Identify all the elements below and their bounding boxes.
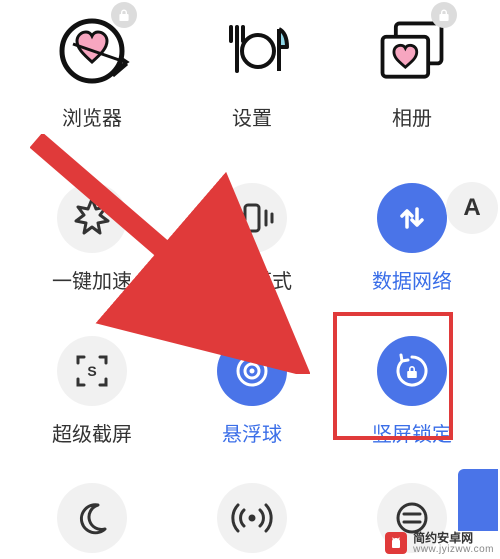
dnd-toggle[interactable] [22,483,162,553]
app-gallery[interactable]: 相册 [342,12,482,131]
text-size-badge[interactable]: A [446,182,498,234]
portraitlock-toggle[interactable]: 竖屏锁定 [342,336,482,447]
watermark-title: 简约安卓网 [413,532,494,545]
supershot-label: 超级截屏 [52,418,132,447]
app-settings-label: 设置 [232,102,272,131]
screenshot-icon: S [72,351,112,391]
svg-text:S: S [87,363,96,379]
app-browser[interactable]: 浏览器 [22,12,162,131]
boost-icon [71,197,113,239]
hotspot-icon [230,500,274,536]
vibrate-toggle[interactable]: 振动模式 [182,183,322,294]
toggle-row-2: S 超级截屏 悬浮球 竖屏锁定 [0,294,500,447]
toggle-row-1: 一键加速 振动模式 数据网络 [0,131,500,294]
cutlery-icon [213,21,291,81]
rotation-lock-icon [392,351,432,391]
app-gallery-label: 相册 [392,102,432,131]
vibrate-label: 振动模式 [212,265,292,294]
floatball-label: 悬浮球 [222,418,282,447]
hotspot-toggle[interactable] [182,483,322,553]
portraitlock-label: 竖屏锁定 [372,418,452,447]
boost-toggle[interactable]: 一键加速 [22,183,162,294]
watermark: 简约安卓网 www.jyizww.com [385,532,494,555]
data-arrows-icon [393,199,431,237]
vibrate-icon [228,201,276,235]
android-badge-icon [385,532,407,554]
app-settings[interactable]: 设置 [182,12,322,131]
boost-label: 一键加速 [52,265,132,294]
lock-icon [111,2,137,28]
side-tab[interactable] [458,469,498,531]
text-size-letter: A [463,194,480,222]
floatball-icon [232,351,272,391]
moon-icon [74,500,110,536]
floatball-toggle[interactable]: 悬浮球 [182,336,322,447]
app-browser-label: 浏览器 [62,102,122,131]
supershot-toggle[interactable]: S 超级截屏 [22,336,162,447]
watermark-url: www.jyizww.com [413,545,494,556]
data-label: 数据网络 [372,265,452,294]
app-row: 浏览器 设置 相册 [0,0,500,131]
lock-icon [431,2,457,28]
